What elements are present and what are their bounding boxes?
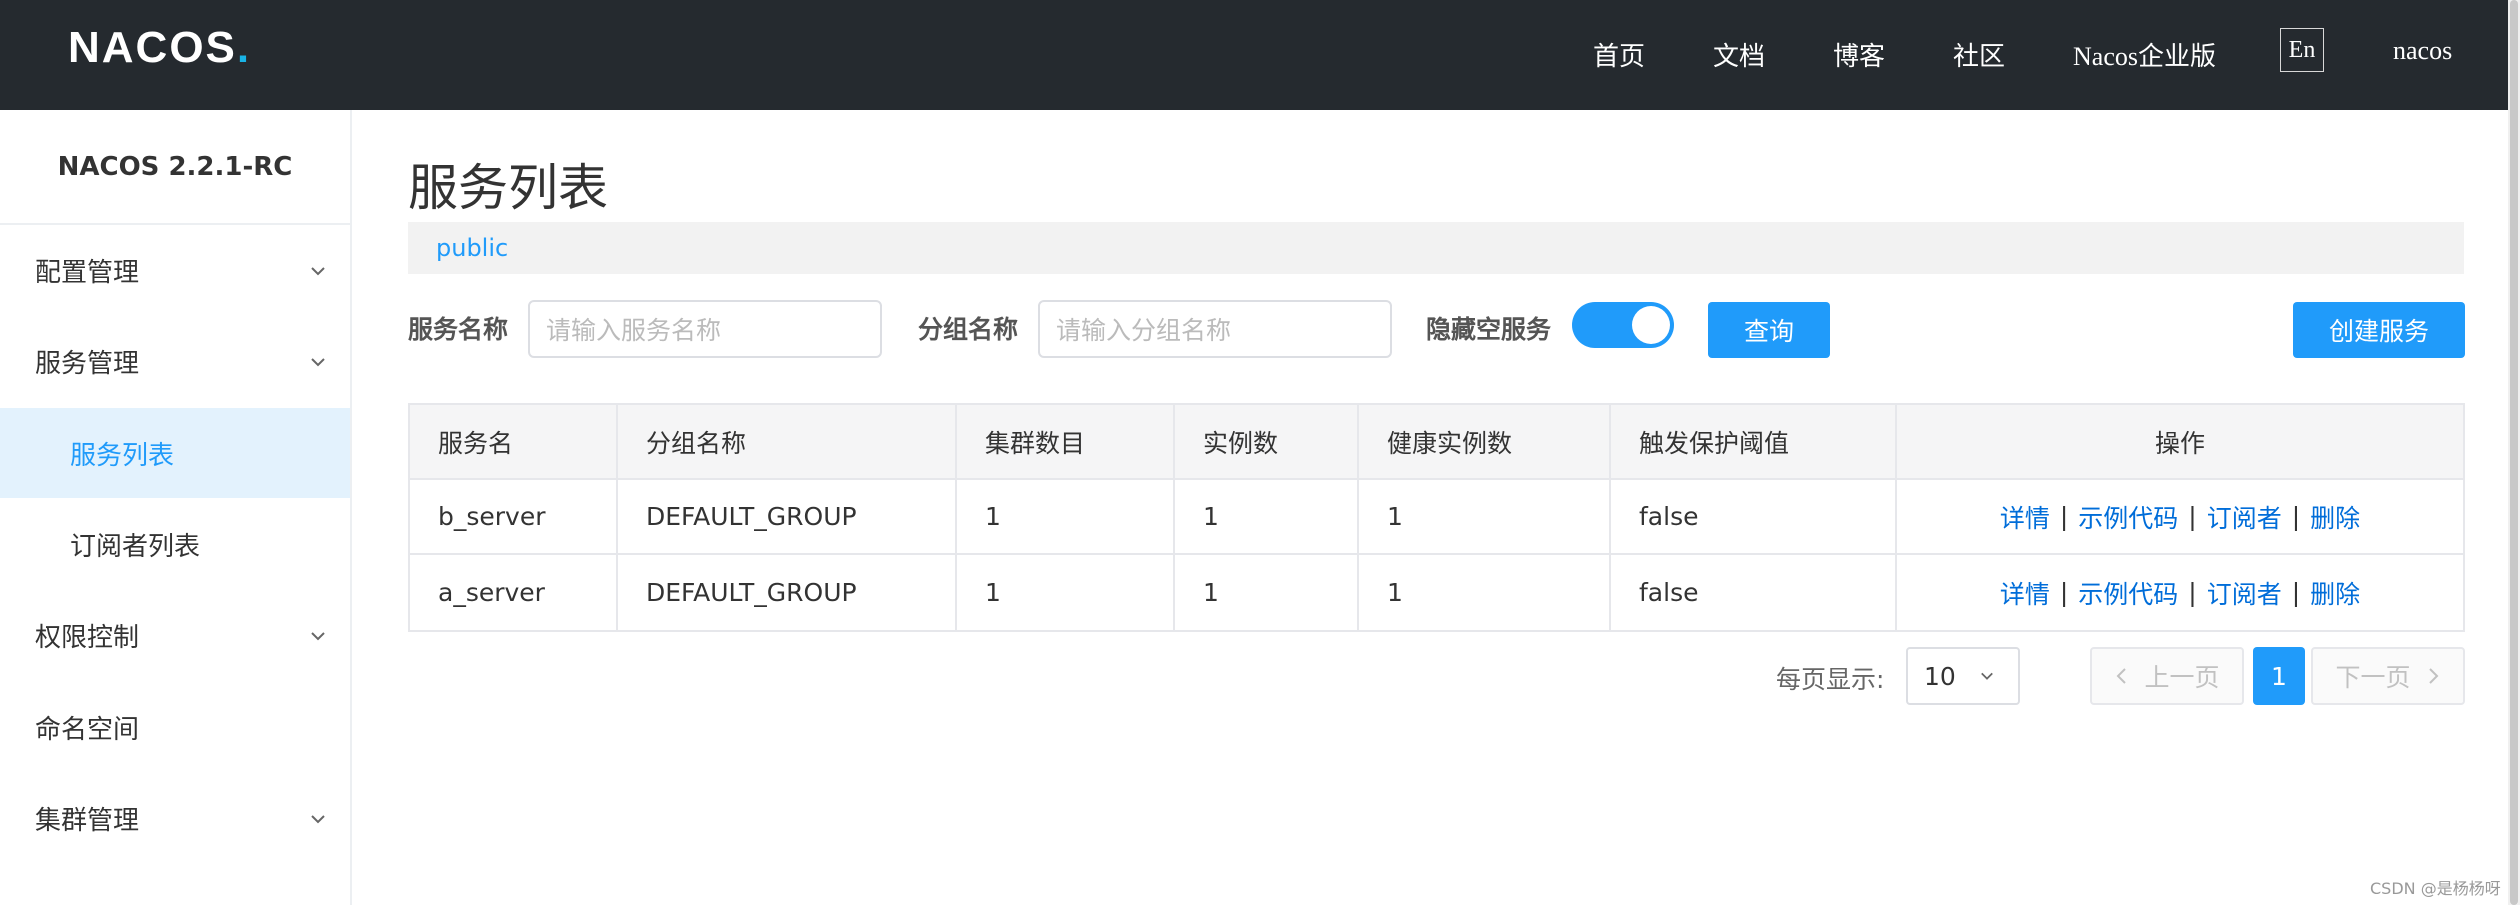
chevron-down-icon: [311, 632, 325, 641]
group-name-label: 分组名称: [918, 315, 1019, 344]
service-name-label: 服务名称: [408, 315, 509, 344]
column-header-cluster-count[interactable]: 集群数目: [957, 405, 1175, 478]
create-service-button[interactable]: 创建服务: [2293, 302, 2465, 358]
table-row: b_server DEFAULT_GROUP 1 1 1 false 详情 | 示例…: [410, 480, 2463, 555]
namespace-bar: public: [408, 222, 2464, 274]
nav-enterprise[interactable]: Nacos企业版: [2073, 36, 2216, 73]
cell-cluster-count: 1: [957, 480, 1175, 553]
cell-instance-count: 1: [1175, 555, 1359, 630]
separator: |: [2188, 578, 2197, 607]
cell-operations: 详情 | 示例代码 | 订阅者 | 删除: [1897, 480, 2463, 553]
cell-service-name: b_server: [410, 480, 618, 553]
chevron-left-icon: [2117, 668, 2127, 684]
separator: |: [2291, 502, 2301, 531]
sidebar-item-service-list[interactable]: 服务列表: [0, 408, 350, 498]
nav-home[interactable]: 首页: [1593, 36, 1645, 73]
sample-code-link[interactable]: 示例代码: [2078, 575, 2178, 611]
separator: |: [2291, 578, 2301, 607]
sidebar-item-label: 订阅者列表: [70, 531, 201, 562]
hide-empty-services-label: 隐藏空服务: [1426, 315, 1552, 344]
logo-text: NACOS: [68, 23, 237, 72]
sidebar-item-subscriber-list[interactable]: 订阅者列表: [0, 499, 350, 589]
cell-operations: 详情 | 示例代码 | 订阅者 | 删除: [1897, 555, 2463, 630]
query-button[interactable]: 查询: [1708, 302, 1830, 358]
namespace-public-link[interactable]: public: [436, 234, 508, 262]
subscribers-link[interactable]: 订阅者: [2207, 499, 2282, 535]
chevron-down-icon: [311, 267, 325, 276]
group-name-input[interactable]: 请输入分组名称: [1038, 300, 1392, 358]
page-title: 服务列表: [408, 159, 608, 217]
chevron-down-icon: [311, 815, 325, 824]
chevron-right-icon: [2428, 668, 2438, 684]
next-page-button[interactable]: 下一页: [2311, 647, 2465, 705]
nav-blog[interactable]: 博客: [1833, 36, 1885, 73]
page-size-label: 每页显示:: [1776, 665, 1885, 694]
user-menu[interactable]: nacos: [2393, 36, 2452, 66]
sidebar-item-label: 配置管理: [35, 257, 140, 288]
chevron-down-icon: [311, 358, 325, 367]
separator: |: [2059, 502, 2069, 531]
detail-link[interactable]: 详情: [2000, 499, 2050, 535]
sidebar-item-cluster-management[interactable]: 集群管理: [0, 773, 350, 863]
cell-group-name: DEFAULT_GROUP: [618, 555, 957, 630]
sidebar-item-config-management[interactable]: 配置管理: [0, 225, 350, 315]
nav-community[interactable]: 社区: [1953, 36, 2005, 73]
cell-cluster-count: 1: [957, 555, 1175, 630]
prev-page-label: 上一页: [2144, 663, 2220, 692]
sidebar-item-label: 集群管理: [35, 805, 140, 836]
service-name-input[interactable]: 请输入服务名称: [528, 300, 882, 358]
sample-code-link[interactable]: 示例代码: [2078, 499, 2178, 535]
toggle-knob: [1632, 306, 1670, 344]
delete-link[interactable]: 删除: [2310, 575, 2360, 611]
current-page-button[interactable]: 1: [2253, 647, 2305, 705]
column-header-group-name[interactable]: 分组名称: [618, 405, 957, 478]
sidebar-item-service-management[interactable]: 服务管理: [0, 316, 350, 406]
sidebar-item-label: 权限控制: [35, 622, 140, 653]
cell-service-name: a_server: [410, 555, 618, 630]
cell-healthy-count: 1: [1359, 555, 1611, 630]
detail-link[interactable]: 详情: [2000, 575, 2050, 611]
column-header-service-name[interactable]: 服务名: [410, 405, 618, 478]
sidebar-item-label: 命名空间: [35, 714, 140, 745]
language-switch-button[interactable]: En: [2280, 28, 2324, 72]
separator: |: [2188, 502, 2197, 531]
column-header-protect-threshold[interactable]: 触发保护阈值: [1611, 405, 1897, 478]
cell-instance-count: 1: [1175, 480, 1359, 553]
cell-protect-threshold: false: [1611, 480, 1897, 553]
scrollbar-thumb[interactable]: [2510, 0, 2518, 905]
separator: |: [2059, 578, 2069, 607]
subscribers-link[interactable]: 订阅者: [2207, 575, 2282, 611]
version-title: NACOS 2.2.1-RC: [0, 110, 350, 225]
cell-healthy-count: 1: [1359, 480, 1611, 553]
service-table: 服务名 分组名称 集群数目 实例数 健康实例数 触发保护阈值 操作 b_serv…: [408, 403, 2465, 632]
page-size-value: 10: [1924, 661, 1956, 691]
sidebar-item-namespace[interactable]: 命名空间: [0, 682, 350, 772]
delete-link[interactable]: 删除: [2310, 499, 2360, 535]
table-header-row: 服务名 分组名称 集群数目 实例数 健康实例数 触发保护阈值 操作: [410, 405, 2463, 480]
sidebar-item-label: 服务管理: [35, 348, 140, 379]
hide-empty-services-toggle[interactable]: [1572, 302, 1674, 348]
sidebar-item-access-control[interactable]: 权限控制: [0, 590, 350, 680]
chevron-down-icon: [1981, 672, 1993, 680]
top-nav-bar: NACOS. 首页 文档 博客 社区 Nacos企业版 En nacos: [0, 0, 2520, 110]
prev-page-button[interactable]: 上一页: [2090, 647, 2244, 705]
table-row: a_server DEFAULT_GROUP 1 1 1 false 详情 | 示例…: [410, 555, 2463, 630]
column-header-instance-count[interactable]: 实例数: [1175, 405, 1359, 478]
page-size-select[interactable]: 10: [1906, 647, 2020, 705]
next-page-label: 下一页: [2335, 663, 2411, 692]
column-header-operations: 操作: [2154, 428, 2205, 458]
logo-dot: .: [236, 23, 250, 72]
cell-group-name: DEFAULT_GROUP: [618, 480, 957, 553]
sidebar-item-label: 服务列表: [70, 440, 175, 471]
watermark: CSDN @是杨杨呀: [2370, 879, 2501, 898]
nacos-logo[interactable]: NACOS.: [68, 23, 250, 72]
cell-protect-threshold: false: [1611, 555, 1897, 630]
nav-docs[interactable]: 文档: [1713, 36, 1765, 73]
sidebar: NACOS 2.2.1-RC 配置管理 服务管理 服务列表 订阅者列表 权限控制…: [0, 110, 352, 905]
column-header-healthy-count[interactable]: 健康实例数: [1359, 405, 1611, 478]
